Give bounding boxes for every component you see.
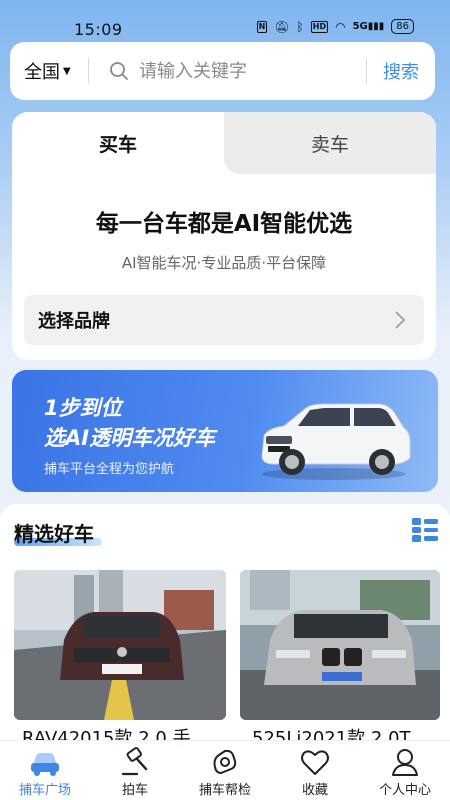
status-bar: 15:09 N 🔕︎ ᛒ HD ◠ 5G▮▮▮ 86	[0, 0, 450, 40]
tab-sell[interactable]: 卖车	[224, 112, 436, 174]
region-selector[interactable]: 全国 ▼	[10, 58, 88, 84]
headline: 每一台车都是AI智能优选	[95, 211, 353, 237]
nfc-icon: N	[256, 20, 268, 33]
status-time: 15:09	[74, 20, 123, 39]
mute-icon: 🔕︎	[274, 19, 290, 34]
tab-inspection[interactable]: 捕车帮检	[180, 741, 270, 800]
trade-tabs: 买车 卖车	[12, 112, 436, 174]
banner-caption: 捕车平台全程为您护航	[44, 462, 175, 477]
car-icon	[31, 753, 59, 776]
wifi-icon: ◠	[335, 19, 346, 34]
hd-icon: HD	[310, 20, 329, 33]
search-icon	[110, 62, 128, 80]
tab-label: 个人中心	[378, 783, 431, 798]
subline: AI智能车况·专业品质·平台保障	[121, 254, 327, 272]
banner-title: 1步到位	[44, 396, 122, 420]
signal-icon: 5G▮▮▮	[352, 21, 385, 32]
tab-label: 捕车帮检	[198, 783, 251, 798]
search-input[interactable]	[139, 60, 366, 82]
suv-image	[261, 403, 411, 480]
trade-card: 买车 卖车 每一台车都是AI智能优选 AI智能车况·专业品质·平台保障 选择品牌	[12, 112, 436, 360]
gavel-icon	[121, 747, 148, 776]
battery-icon: 86	[391, 19, 414, 34]
bottom-tab-bar: 捕车广场 拍车 捕车帮检 收藏 个人中心	[0, 740, 450, 800]
region-label: 全国	[24, 62, 60, 83]
promo-banner[interactable]: 1步到位 选AI透明车况好车 捕车平台全程为您护航	[12, 370, 438, 492]
banner-subtitle: 选AI透明车况好车	[44, 426, 216, 450]
bluetooth-icon: ᛒ	[296, 19, 304, 34]
caret-down-icon: ▼	[63, 65, 71, 77]
user-icon	[392, 749, 418, 776]
tab-car-plaza[interactable]: 捕车广场	[0, 741, 90, 800]
search-bar: 全国 ▼ 搜索	[10, 42, 435, 100]
section-title: 精选好车	[14, 522, 94, 546]
inspect-icon	[213, 749, 237, 775]
status-icons: N 🔕︎ ᛒ HD ◠ 5G▮▮▮ 86	[256, 19, 414, 34]
search-button[interactable]: 搜索	[367, 58, 435, 84]
car-card[interactable]	[14, 570, 226, 720]
brand-select-label: 选择品牌	[38, 311, 110, 332]
tab-label: 拍车	[121, 783, 148, 798]
divider	[88, 58, 89, 84]
car-photo	[240, 570, 440, 720]
car-card[interactable]	[240, 570, 440, 720]
chevron-right-icon	[395, 311, 406, 329]
tab-buy[interactable]: 买车	[12, 112, 224, 174]
heart-icon	[301, 750, 329, 775]
tab-label: 捕车广场	[18, 783, 71, 798]
layout-toggle-icon[interactable]	[412, 518, 438, 542]
tab-label: 收藏	[301, 783, 328, 798]
brand-select[interactable]: 选择品牌	[24, 295, 424, 345]
tab-profile[interactable]: 个人中心	[360, 741, 450, 800]
tab-favorites[interactable]: 收藏	[270, 741, 360, 800]
car-photo	[14, 570, 226, 720]
tab-auction[interactable]: 拍车	[90, 741, 180, 800]
